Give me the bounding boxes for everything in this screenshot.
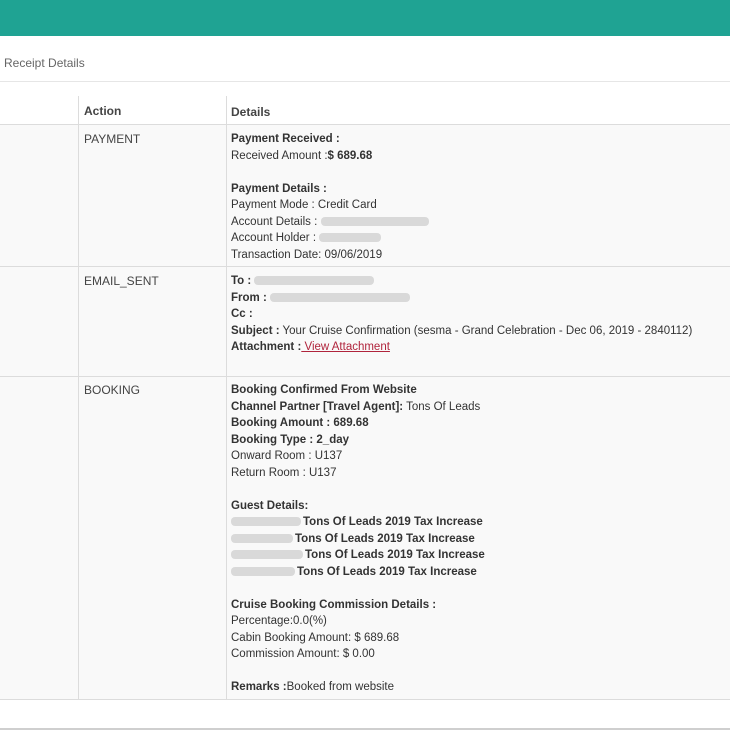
table-row-payment: PAYMENT Payment Received : Received Amou… xyxy=(0,125,730,267)
page-title: Receipt Details xyxy=(4,56,85,70)
email-subject-label: Subject : xyxy=(231,324,280,337)
received-amount-value: $ 689.68 xyxy=(327,149,373,162)
guest-note: Tons Of Leads 2019 Tax Increase xyxy=(295,532,475,545)
booking-amount: Booking Amount : 689.68 xyxy=(231,417,369,429)
column-divider xyxy=(78,96,79,700)
email-subject-value: Your Cruise Confirmation (sesma - Grand … xyxy=(279,324,693,337)
remarks-value: Booked from website xyxy=(286,681,395,693)
redacted-email-from xyxy=(269,292,410,302)
guest-line: Tons Of Leads 2019 Tax Increase xyxy=(231,531,726,548)
payment-details: Payment Received : Received Amount :$ 68… xyxy=(231,131,726,263)
page-subheader: Receipt Details xyxy=(0,36,730,82)
guest-line: Tons Of Leads 2019 Tax Increase xyxy=(231,514,726,531)
received-amount-label: Received Amount : xyxy=(231,149,328,162)
action-booking: BOOKING xyxy=(84,383,141,397)
email-details: To : From : Cc : Subject : Your Cruise C… xyxy=(231,273,726,356)
guest-note: Tons Of Leads 2019 Tax Increase xyxy=(303,516,483,528)
payment-received-label: Payment Received : xyxy=(231,133,340,145)
commission-amount: Commission Amount: $ 0.00 xyxy=(231,648,375,660)
account-details-label: Account Details : xyxy=(231,215,318,228)
email-attachment-line: Attachment : View Attachment xyxy=(231,339,726,356)
channel-partner-label: Channel Partner [Travel Agent]: xyxy=(231,400,404,413)
table-header-row: Action Details xyxy=(0,96,730,125)
guest-line: Tons Of Leads 2019 Tax Increase xyxy=(231,547,726,564)
email-from-line: From : xyxy=(231,290,726,307)
commission-label: Cruise Booking Commission Details : xyxy=(231,598,437,611)
channel-partner-line: Channel Partner [Travel Agent]: Tons Of … xyxy=(231,399,726,416)
email-subject-line: Subject : Your Cruise Confirmation (sesm… xyxy=(231,323,726,340)
redacted-email-to xyxy=(254,276,375,286)
email-to-label: To : xyxy=(231,275,252,287)
redacted-guest-name xyxy=(231,550,303,560)
guest-line: Tons Of Leads 2019 Tax Increase xyxy=(231,564,726,581)
guest-details-label: Guest Details: xyxy=(231,499,309,512)
email-from-label: From : xyxy=(231,291,267,304)
booking-confirmed: Booking Confirmed From Website xyxy=(231,384,417,396)
table-row-email: EMAIL_SENT To : From : Cc : Subject : Yo… xyxy=(0,267,730,377)
redacted-guest-name xyxy=(231,517,301,527)
remarks-line: Remarks :Booked from website xyxy=(231,679,726,696)
email-to-line: To : xyxy=(231,273,726,290)
action-email-sent: EMAIL_SENT xyxy=(84,274,159,288)
account-holder-label: Account Holder : xyxy=(231,232,317,244)
redacted-guest-name xyxy=(231,566,295,576)
column-header-action: Action xyxy=(84,104,122,118)
column-header-details: Details xyxy=(231,105,271,119)
redacted-guest-name xyxy=(231,533,293,543)
payment-details-label: Payment Details : xyxy=(231,182,327,195)
action-payment: PAYMENT xyxy=(84,132,141,146)
transaction-date: Transaction Date: 09/06/2019 xyxy=(231,248,383,261)
commission-percentage: Percentage:0.0(%) xyxy=(231,615,327,627)
remarks-label: Remarks : xyxy=(231,681,287,693)
view-attachment-link[interactable]: View Attachment xyxy=(301,341,389,353)
redacted-account-holder xyxy=(319,233,382,243)
top-header-bar xyxy=(0,0,730,36)
account-details-line: Account Details : xyxy=(231,214,726,231)
channel-partner-value: Tons Of Leads xyxy=(403,400,481,413)
email-cc-label: Cc : xyxy=(231,308,253,320)
onward-room: Onward Room : U137 xyxy=(231,450,343,462)
column-divider xyxy=(226,96,227,700)
email-attachment-label: Attachment : xyxy=(231,341,302,353)
booking-details: Booking Confirmed From Website Channel P… xyxy=(231,382,726,696)
redacted-account-number xyxy=(320,216,429,226)
account-holder-line: Account Holder : xyxy=(231,230,726,247)
table-row-booking: BOOKING Booking Confirmed From Website C… xyxy=(0,377,730,700)
return-room: Return Room : U137 xyxy=(231,466,337,479)
booking-type: Booking Type : 2_day xyxy=(231,433,350,446)
guest-note: Tons Of Leads 2019 Tax Increase xyxy=(305,549,485,561)
received-amount-line: Received Amount :$ 689.68 xyxy=(231,148,726,165)
guest-note: Tons Of Leads 2019 Tax Increase xyxy=(297,565,477,578)
cabin-booking-amount: Cabin Booking Amount: $ 689.68 xyxy=(231,631,400,644)
payment-mode: Payment Mode : Credit Card xyxy=(231,199,377,211)
